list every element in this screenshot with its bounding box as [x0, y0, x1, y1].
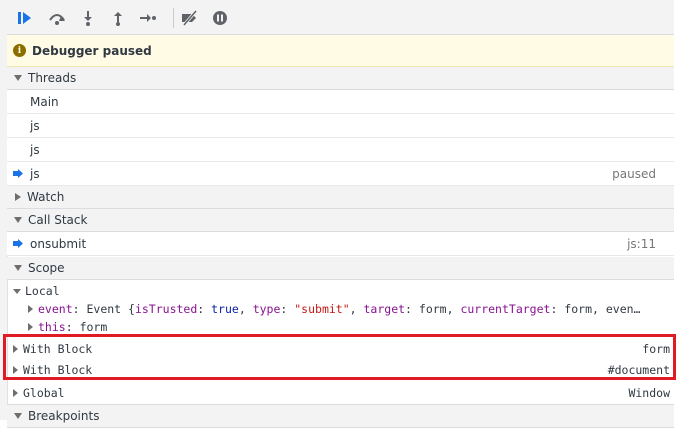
resume-button[interactable] — [15, 8, 35, 28]
threads-section-header[interactable]: Threads — [7, 67, 674, 90]
thread-item[interactable]: Main — [7, 90, 674, 114]
debugger-paused-banner: i Debugger paused — [7, 35, 674, 67]
deactivate-breakpoints-icon — [182, 10, 198, 26]
thread-item[interactable]: js — [7, 138, 674, 162]
scope-with-block[interactable]: With Block form — [7, 340, 674, 358]
scope-property-event[interactable]: event: Event {isTrusted: true, type: "su… — [7, 300, 674, 318]
thread-name: js — [30, 118, 40, 133]
call-frame[interactable]: onsubmit js:11 — [7, 232, 674, 256]
scope-block-value: #document — [607, 363, 670, 377]
scope-global-value: Window — [628, 386, 670, 400]
collapse-arrow-icon — [15, 193, 21, 201]
call-stack-title: Call Stack — [28, 213, 88, 227]
scope-block-label: With Block — [23, 342, 93, 356]
current-frame-arrow-icon — [13, 239, 23, 248]
step-over-icon — [49, 14, 65, 25]
scope-global[interactable]: Global Window — [7, 384, 674, 402]
thread-item-active[interactable]: js paused — [7, 162, 674, 186]
resume-icon — [18, 12, 31, 24]
expand-arrow-icon — [13, 389, 18, 397]
expand-arrow-icon — [14, 413, 22, 419]
thread-name: js — [30, 142, 40, 157]
property-key: this — [38, 320, 66, 334]
deactivate-breakpoints-button[interactable] — [180, 8, 200, 28]
pause-on-exceptions-icon — [213, 11, 227, 25]
expand-arrow-icon — [13, 288, 21, 294]
step-into-button[interactable] — [78, 8, 98, 28]
scope-with-block[interactable]: With Block #document — [7, 361, 674, 379]
call-frame-location[interactable]: js:11 — [627, 237, 656, 251]
scope-title: Scope — [28, 261, 65, 275]
step-into-icon — [84, 11, 92, 26]
step-button[interactable] — [138, 8, 158, 28]
expand-arrow-icon — [14, 217, 22, 223]
toolbar-separator — [173, 8, 174, 28]
watch-title: Watch — [27, 190, 65, 204]
scope-global-label: Global — [23, 386, 65, 400]
expand-arrow-icon — [14, 265, 22, 271]
expand-arrow-icon — [28, 305, 33, 313]
step-out-icon — [114, 12, 122, 26]
expand-arrow-icon — [14, 75, 22, 81]
info-icon: i — [13, 44, 26, 57]
step-out-button[interactable] — [108, 8, 128, 28]
thread-item[interactable]: js — [7, 114, 674, 138]
debugger-toolbar — [7, 0, 674, 35]
step-over-button[interactable] — [47, 8, 67, 28]
property-value: Event {isTrusted: true, type: "submit", … — [86, 302, 641, 316]
scope-local[interactable]: Local — [7, 282, 674, 300]
threads-title: Threads — [28, 71, 77, 85]
current-thread-arrow-icon — [13, 169, 23, 178]
scope-property-this[interactable]: this: form — [7, 318, 674, 336]
thread-status: paused — [612, 166, 656, 181]
call-frame-name: onsubmit — [30, 236, 87, 251]
breakpoints-title: Breakpoints — [28, 409, 100, 423]
breakpoints-section-header[interactable]: Breakpoints — [7, 404, 674, 428]
banner-text: Debugger paused — [32, 43, 152, 58]
property-key: event — [38, 302, 73, 316]
scope-section-header[interactable]: Scope — [7, 257, 674, 280]
expand-arrow-icon — [13, 345, 18, 353]
thread-name: js — [30, 166, 40, 181]
watch-section-header[interactable]: Watch — [7, 186, 674, 209]
expand-arrow-icon — [28, 323, 33, 331]
expand-arrow-icon — [13, 366, 18, 374]
pause-on-exceptions-button[interactable] — [210, 8, 230, 28]
thread-name: Main — [30, 94, 59, 109]
scope-block-value: form — [642, 342, 670, 356]
scope-block-label: With Block — [23, 363, 93, 377]
property-value: form — [79, 320, 108, 334]
scope-local-label: Local — [25, 284, 60, 298]
step-icon — [140, 14, 156, 22]
call-stack-section-header[interactable]: Call Stack — [7, 209, 674, 232]
